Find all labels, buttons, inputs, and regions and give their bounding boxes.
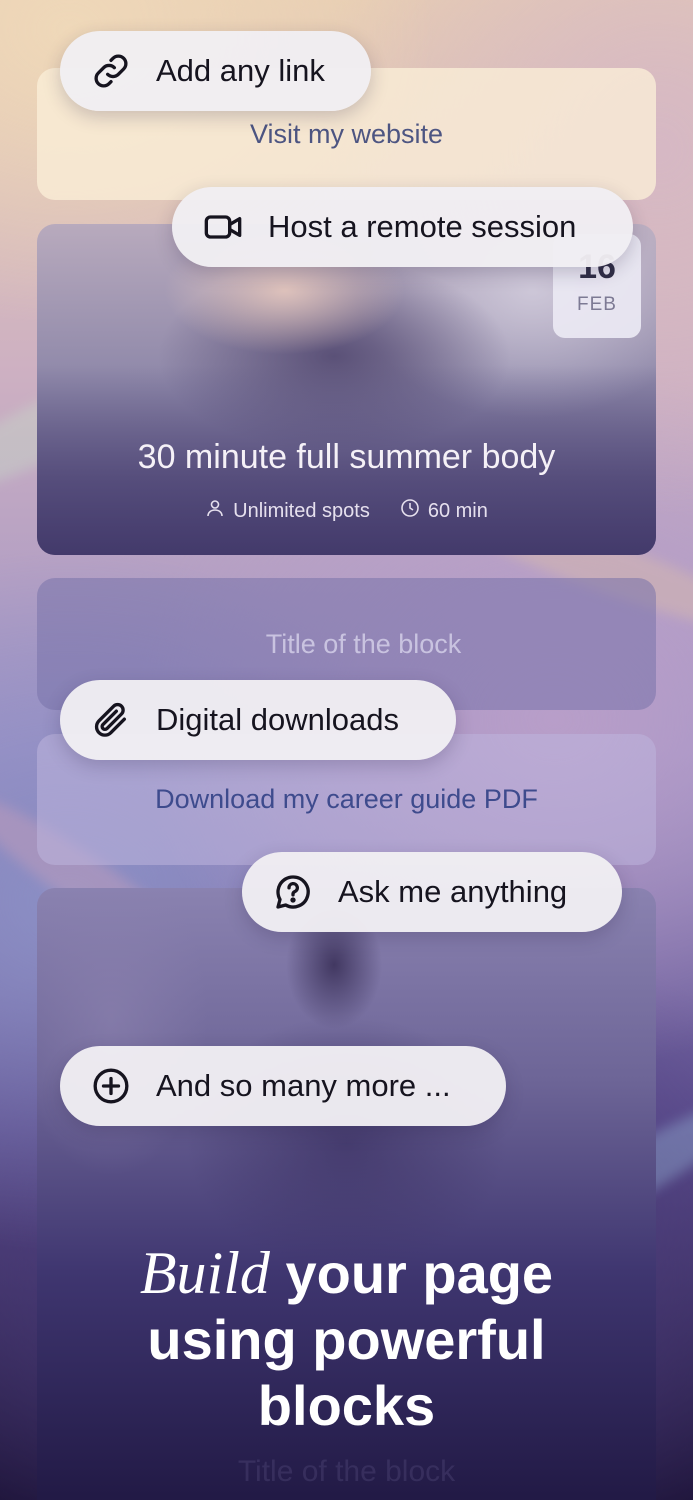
person-icon [205,498,225,524]
and-more-label: And so many more ... [156,1068,451,1103]
and-more-pill[interactable]: And so many more ... [60,1046,506,1126]
ask-anything-label: Ask me anything [338,874,568,909]
event-spots-label: Unlimited spots [233,499,370,522]
ask-anything-pill[interactable]: Ask me anything [242,852,622,932]
event-title: 30 minute full summer body [137,438,556,476]
headline-line-2: using powerful [147,1308,546,1371]
event-duration: 60 min [400,498,488,524]
remote-session-pill[interactable]: Host a remote session [172,187,633,267]
page-headline: Build your page using powerful blocks [0,1240,693,1439]
link-block-text: Visit my website [249,118,444,149]
plus-circle-icon [90,1065,132,1107]
link-icon [90,50,132,92]
event-spots: Unlimited spots [205,498,370,524]
event-meta: Unlimited spots 60 min [37,498,656,524]
paperclip-icon [90,699,132,741]
event-duration-label: 60 min [427,499,488,522]
headline-line-1: Build your page [0,1240,693,1307]
headline-line-1-rest: your page [269,1242,554,1305]
video-camera-icon [202,206,244,248]
add-link-pill[interactable]: Add any link [60,31,371,111]
headline-accent-word: Build [139,1240,270,1306]
event-block-card[interactable]: 16 FEB 30 minute full summer body Unlimi… [37,224,656,555]
add-link-label: Add any link [156,53,325,88]
download-block-text: Download my career guide PDF [155,784,538,814]
clock-icon [400,498,420,524]
digital-downloads-label: Digital downloads [156,702,399,737]
question-bubble-icon [272,871,314,913]
digital-downloads-pill[interactable]: Digital downloads [60,680,456,760]
title-block-text: Title of the block [265,628,462,659]
headline-line-3: blocks [257,1374,436,1437]
faded-block-title: Title of the block [237,1455,456,1488]
remote-session-label: Host a remote session [268,209,577,244]
event-date-month: FEB [577,294,617,315]
